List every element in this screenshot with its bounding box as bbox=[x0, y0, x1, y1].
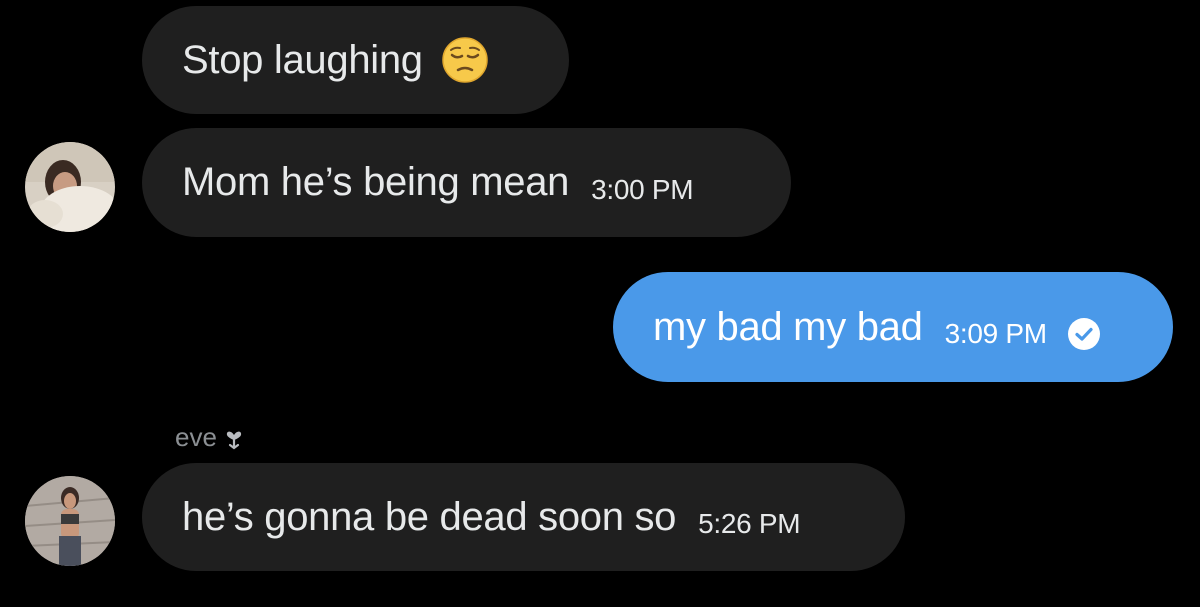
message-bubble-mom[interactable]: Mom he’s being mean 3:00 PM bbox=[142, 128, 791, 237]
avatar[interactable] bbox=[25, 142, 115, 232]
message-bubble-outgoing[interactable]: my bad my bad 3:09 PM bbox=[613, 272, 1173, 382]
message-text: Mom he’s being mean bbox=[182, 160, 570, 204]
message-timestamp: 3:00 PM bbox=[591, 173, 694, 205]
message-text: my bad my bad bbox=[653, 304, 923, 349]
message-timestamp: 3:09 PM bbox=[944, 318, 1047, 349]
message-timestamp: 5:26 PM bbox=[698, 508, 801, 539]
message-text: he’s gonna be dead soon so bbox=[182, 494, 677, 539]
heart-emoji bbox=[226, 431, 242, 449]
profile-photo bbox=[25, 476, 115, 566]
read-check-icon bbox=[1067, 318, 1100, 350]
pensive-face-emoji bbox=[442, 37, 488, 83]
avatar[interactable] bbox=[25, 476, 115, 566]
profile-photo bbox=[25, 142, 115, 232]
message-bubble-stop-laughing[interactable]: Stop laughing bbox=[142, 6, 569, 114]
sender-name-text: eve bbox=[175, 422, 217, 452]
message-bubble-eve[interactable]: he’s gonna be dead soon so 5:26 PM bbox=[142, 463, 905, 571]
sender-name: eve bbox=[175, 422, 243, 453]
message-text: Stop laughing bbox=[182, 37, 423, 82]
